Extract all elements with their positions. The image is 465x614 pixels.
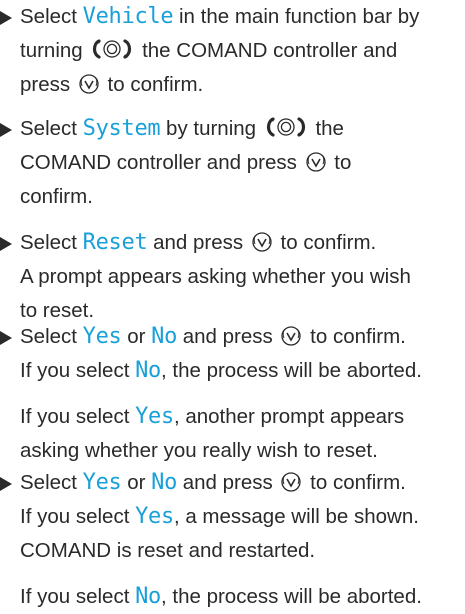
text-fragment: , the process will be aborted.	[160, 585, 422, 608]
press-controller-icon	[251, 231, 273, 253]
press-controller-icon	[280, 471, 302, 493]
text-fragment: A prompt appears asking whether you wish	[20, 265, 411, 288]
rotate-controller-icon	[264, 115, 308, 139]
rotate-controller-icon	[90, 37, 134, 61]
text-fragment: in the main function bar by	[173, 5, 420, 28]
text-fragment: to confirm.	[101, 73, 204, 96]
step-text-line: asking whether you really wish to reset.	[20, 434, 378, 468]
text-fragment: If you select	[20, 505, 136, 528]
menu-keyword: Yes	[82, 470, 122, 495]
step-text-line: If you select Yes, a message will be sho…	[20, 500, 419, 534]
press-controller-icon	[280, 325, 302, 347]
text-fragment: , a message will be shown.	[173, 505, 419, 528]
text-fragment: , another prompt appears	[173, 405, 405, 428]
step-text-line: If you select Yes, another prompt appear…	[20, 400, 404, 434]
step-text-line: Select System by turning the	[20, 112, 344, 146]
text-fragment: the	[309, 117, 344, 140]
text-fragment: and press	[177, 325, 279, 348]
text-fragment: , the process will be aborted.	[160, 359, 422, 382]
menu-keyword: No	[135, 358, 161, 383]
step-text-line: A prompt appears asking whether you wish	[20, 260, 411, 294]
step-bullet-arrow-icon	[0, 237, 12, 251]
text-fragment: to confirm.	[304, 325, 406, 348]
step-text-line: turning the COMAND controller and	[20, 34, 397, 68]
step-text-line: confirm.	[20, 180, 93, 214]
text-fragment: turning	[20, 39, 89, 62]
text-fragment: COMAND is reset and restarted.	[20, 539, 316, 562]
text-fragment: If you select	[20, 585, 136, 608]
text-fragment: Select	[20, 325, 83, 348]
menu-keyword: Vehicle	[82, 4, 174, 29]
press-controller-icon	[305, 151, 327, 173]
text-fragment: or	[121, 325, 152, 348]
text-fragment: If you select	[20, 405, 136, 428]
text-fragment: If you select	[20, 359, 136, 382]
step-text-line: Select Yes or No and press to confirm.	[20, 320, 406, 354]
step-bullet-arrow-icon	[0, 11, 12, 25]
step-text-line: Select Yes or No and press to confirm.	[20, 466, 406, 500]
step-text-line: COMAND controller and press to	[20, 146, 351, 180]
step-text-line: If you select No, the process will be ab…	[20, 580, 422, 614]
menu-keyword: Yes	[135, 404, 174, 429]
menu-keyword: No	[151, 324, 178, 349]
text-fragment: Select	[20, 231, 83, 254]
step-bullet-arrow-icon	[0, 477, 12, 491]
text-fragment: Select	[20, 5, 83, 28]
step-text-line: COMAND is reset and restarted.	[20, 534, 315, 568]
text-fragment: and press	[147, 231, 249, 254]
step-text-line: If you select No, the process will be ab…	[20, 354, 422, 388]
text-fragment: COMAND controller and press	[20, 151, 303, 174]
step-text-line: press to confirm.	[20, 68, 203, 102]
text-fragment: to	[328, 151, 352, 174]
instruction-page: Select Vehicle in the main function bar …	[0, 0, 465, 609]
text-fragment: by turning	[160, 117, 262, 140]
text-fragment: the COMAND controller and	[136, 39, 398, 62]
text-fragment: or	[121, 471, 152, 494]
menu-keyword: No	[151, 470, 178, 495]
text-fragment: Select	[20, 117, 83, 140]
text-fragment: to confirm.	[304, 471, 406, 494]
menu-keyword: No	[135, 584, 161, 609]
step-bullet-arrow-icon	[0, 331, 12, 345]
menu-keyword: Reset	[82, 230, 148, 255]
press-controller-icon	[78, 73, 100, 95]
menu-keyword: Yes	[82, 324, 122, 349]
text-fragment: asking whether you really wish to reset.	[20, 439, 378, 462]
text-fragment: confirm.	[20, 185, 93, 208]
step-bullet-arrow-icon	[0, 123, 12, 137]
menu-keyword: System	[82, 116, 161, 141]
text-fragment: to confirm.	[274, 231, 377, 254]
step-text-line: Select Reset and press to confirm.	[20, 226, 376, 260]
menu-keyword: Yes	[135, 504, 174, 529]
text-fragment: to reset.	[20, 299, 95, 322]
step-text-line: Select Vehicle in the main function bar …	[20, 0, 419, 34]
text-fragment: Select	[20, 471, 83, 494]
text-fragment: and press	[177, 471, 279, 494]
text-fragment: press	[20, 73, 76, 96]
